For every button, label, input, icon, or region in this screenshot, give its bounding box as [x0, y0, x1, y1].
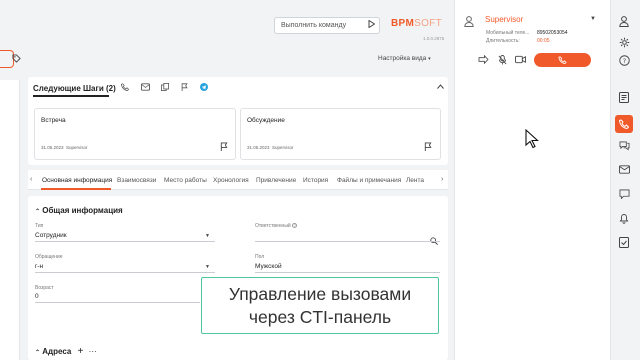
notes-icon[interactable] [617, 92, 631, 106]
info-icon: ? [292, 223, 298, 228]
next-steps-title[interactable]: Следующие Шаги (2) [33, 84, 116, 93]
phone-icon[interactable] [121, 83, 130, 93]
step-date: 31.05.2023 Supervisor [247, 145, 294, 150]
caption-line-2: через CTI-панель [248, 307, 392, 327]
step-title: Встреча [41, 117, 66, 124]
right-rail [610, 0, 640, 360]
logo-soft: SOFT [414, 18, 442, 29]
flag-icon[interactable] [220, 142, 228, 153]
svg-text:?: ? [622, 57, 625, 65]
tabs-scroll-right-icon[interactable]: › [441, 176, 443, 183]
tab-feed[interactable]: Лента [406, 177, 424, 184]
step-title: Обсуждение [247, 117, 285, 124]
tab-history[interactable]: История [303, 177, 328, 184]
duration-label: Длительность: [486, 38, 520, 44]
more-icon: ··· [88, 347, 97, 356]
next-steps-underline [33, 95, 109, 97]
transfer-icon[interactable] [478, 54, 489, 66]
copy-icon[interactable] [161, 83, 169, 93]
bell-icon[interactable] [617, 213, 631, 227]
field-underline [35, 272, 215, 273]
phone-hangup-icon [558, 56, 567, 64]
phone-icon [619, 119, 629, 129]
view-settings-label: Настройка вида [378, 55, 427, 62]
field-underline [35, 241, 215, 242]
collapse-icon[interactable] [437, 84, 444, 91]
field-underline [255, 272, 440, 273]
tasks-icon[interactable] [617, 237, 631, 251]
flag-icon[interactable] [424, 142, 432, 153]
tag-icon[interactable] [12, 54, 21, 66]
mouse-cursor-icon [525, 128, 539, 149]
next-step-card[interactable]: Встреча 31.05.2023 Supervisor [34, 108, 236, 160]
telegram-icon[interactable] [200, 83, 208, 93]
tabs-scroll-left-icon[interactable]: ‹ [30, 176, 32, 183]
addresses-title[interactable]: ⌃ Адреса + ··· [35, 346, 97, 357]
step-date: 31.05.2023 Supervisor [41, 145, 88, 150]
version-label: 1.0.0.2875 [423, 36, 445, 41]
cti-phone-button[interactable] [615, 115, 633, 133]
tab-workplace[interactable]: Место работы [164, 177, 207, 184]
active-tab-indicator [41, 188, 111, 190]
field-label-type: Тип [35, 223, 44, 229]
field-underline [35, 302, 200, 303]
agent-name[interactable]: Supervisor [485, 15, 523, 24]
video-icon[interactable] [515, 55, 526, 66]
tab-relations[interactable]: Взаимосвязи [117, 177, 156, 184]
caption-line-1: Управление вызовами [228, 284, 412, 304]
tab-timeline[interactable]: Хронология [213, 177, 249, 184]
field-value-type[interactable]: Сотрудник [35, 232, 67, 239]
chevron-down-icon[interactable]: ▼ [205, 233, 210, 239]
flag-icon[interactable] [181, 83, 188, 93]
message-icon[interactable] [617, 189, 631, 203]
logo-main: BPM [391, 18, 415, 29]
field-label-owner: Ответственный ? [255, 223, 298, 229]
mute-microphone-icon[interactable] [498, 55, 507, 67]
email-icon[interactable] [617, 165, 631, 179]
chat-icon[interactable] [617, 141, 631, 155]
general-info-title[interactable]: ⌃ Общая информация [35, 206, 123, 215]
add-icon: + [77, 346, 84, 357]
command-input[interactable]: Выполнить команду [274, 17, 380, 34]
hangup-button[interactable] [534, 53, 591, 67]
help-icon[interactable]: ? [617, 55, 631, 69]
mobile-value: 89502053054 [537, 30, 568, 36]
next-step-card[interactable]: Обсуждение 31.05.2023 Supervisor [240, 108, 441, 160]
video-caption: Управление вызовами через CTI-панель [201, 277, 439, 334]
chevron-down-icon: ▾ [428, 56, 431, 62]
field-label-age: Возраст [35, 285, 54, 291]
field-value-salutation[interactable]: г-н [35, 263, 43, 270]
tab-attraction[interactable]: Привлечение [256, 177, 296, 184]
field-label-salutation: Обращение [35, 254, 63, 260]
field-underline [255, 241, 440, 242]
left-profile-card [0, 80, 20, 360]
view-settings-button[interactable]: Настройка вида ▾ [378, 55, 431, 62]
command-input-placeholder: Выполнить команду [281, 22, 347, 29]
field-value-age[interactable]: 0 [35, 293, 39, 300]
gear-icon[interactable] [617, 37, 631, 51]
bpmsoft-logo: BPMSOFT [391, 18, 442, 29]
profile-icon[interactable] [617, 16, 631, 30]
chevron-down-icon[interactable]: ▼ [205, 264, 210, 270]
duration-value: 00:05 [537, 38, 550, 44]
tab-files-notes[interactable]: Файлы и примечания [337, 177, 401, 184]
field-label-gender: Пол [255, 254, 265, 260]
chevron-down-icon[interactable]: ▼ [590, 16, 596, 22]
email-icon[interactable] [141, 83, 150, 93]
user-icon [464, 14, 474, 27]
run-command-icon[interactable] [368, 19, 376, 30]
tab-main-info[interactable]: Основная информация [42, 177, 112, 184]
mobile-label: Мобильный теле... [486, 30, 530, 36]
field-value-gender[interactable]: Мужской [255, 263, 282, 270]
